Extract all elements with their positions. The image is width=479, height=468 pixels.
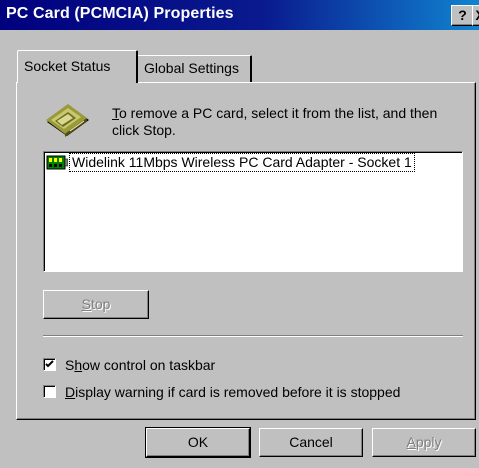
- stop-mnemonic: S: [81, 296, 91, 312]
- close-icon: X: [475, 7, 479, 23]
- display-warning-checkbox[interactable]: [43, 385, 56, 398]
- tab-socket-status-label: Socket Status: [24, 58, 111, 74]
- title-bar[interactable]: PC Card (PCMCIA) Properties ? X: [0, 0, 479, 30]
- display-warning-after: isplay warning if card is removed before…: [75, 384, 401, 400]
- instruction-rest: o remove a PC card, select it from the l…: [112, 105, 438, 138]
- help-button[interactable]: ?: [451, 5, 474, 26]
- cancel-button[interactable]: Cancel: [259, 428, 363, 457]
- display-warning-label: Display warning if card is removed befor…: [65, 384, 400, 400]
- tab-global-settings[interactable]: Global Settings: [136, 55, 252, 82]
- list-item-label: Widelink 11Mbps Wireless PC Card Adapter…: [69, 153, 415, 172]
- stop-label-rest: top: [90, 296, 111, 312]
- tab-global-settings-label: Global Settings: [144, 60, 239, 76]
- show-control-after: ow control on taskbar: [82, 357, 216, 373]
- show-control-before: S: [65, 357, 75, 373]
- instruction-text: To remove a PC card, select it from the …: [112, 105, 467, 139]
- checkmark-icon: [45, 360, 54, 368]
- show-control-mnemonic: h: [74, 357, 83, 373]
- stop-button[interactable]: Stop: [43, 290, 149, 319]
- window-title: PC Card (PCMCIA) Properties: [6, 5, 234, 22]
- show-control-label: Show control on taskbar: [65, 357, 215, 373]
- tab-socket-status[interactable]: Socket Status: [17, 50, 138, 83]
- help-icon: ?: [458, 7, 467, 23]
- show-control-checkbox[interactable]: [43, 358, 56, 371]
- close-button[interactable]: X: [472, 5, 479, 26]
- separator: [43, 335, 463, 337]
- pc-card-list[interactable]: Widelink 11Mbps Wireless PC Card Adapter…: [43, 151, 463, 272]
- ok-button[interactable]: OK: [145, 427, 251, 458]
- apply-button[interactable]: Apply: [372, 428, 476, 457]
- tab-panel: To remove a PC card, select it from the …: [16, 82, 476, 420]
- pc-card-icon: [43, 100, 93, 143]
- display-warning-mnemonic: D: [65, 384, 76, 400]
- network-adapter-icon: [46, 155, 69, 174]
- apply-mnemonic: A: [406, 434, 416, 450]
- apply-label-rest: pply: [415, 434, 442, 450]
- instruction-mnemonic: T: [112, 105, 119, 121]
